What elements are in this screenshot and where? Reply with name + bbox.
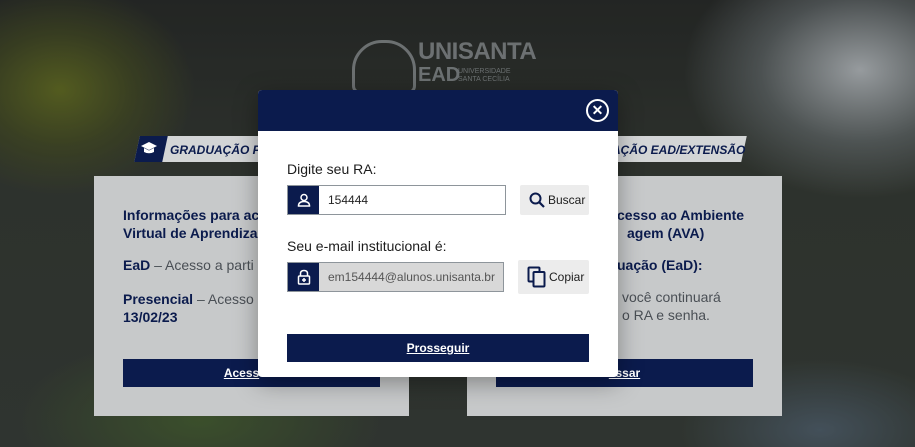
copy-label: Copiar xyxy=(549,270,585,284)
ra-value: 154444 xyxy=(328,193,369,207)
search-label: Buscar xyxy=(548,193,586,207)
ra-lookup-modal: ✕ Digite seu RA: 154444 Buscar Seu e-mai… xyxy=(258,90,618,377)
copy-icon xyxy=(527,266,547,288)
unisanta-logo: UNISANTA EAD UNIVERSIDADE SANTA CECÍLIA xyxy=(352,38,537,94)
email-field[interactable]: em154444@alunos.unisanta.br xyxy=(287,262,504,292)
logo-brand-sub: EAD xyxy=(418,64,461,86)
copy-button[interactable]: Copiar xyxy=(518,260,589,294)
card-access-label: Acess xyxy=(223,366,260,380)
graduation-cap-icon xyxy=(140,141,158,155)
card-right-line-3: o RA e senha. xyxy=(622,307,710,323)
tab-graduacao-label: GRADUAÇÃO P xyxy=(170,143,261,157)
modal-header: ✕ xyxy=(258,90,618,131)
close-icon[interactable]: ✕ xyxy=(586,99,609,122)
card-right-heading-2: agem (AVA) xyxy=(627,225,705,241)
card-right-line-2: você continuará xyxy=(622,289,721,305)
ead-label: EaD xyxy=(123,257,151,273)
logo-brand-name: UNISANTA xyxy=(418,38,537,65)
logo-tagline: UNIVERSIDADE SANTA CECÍLIA xyxy=(458,68,511,83)
proceed-label: Prosseguir xyxy=(406,341,470,355)
card-heading-line-2: Virtual de Aprendiza xyxy=(123,225,258,241)
email-label: Seu e-mail institucional é: xyxy=(287,238,447,254)
ra-input[interactable]: 154444 xyxy=(287,185,506,215)
user-icon xyxy=(288,186,319,214)
tab-ead-label: AÇÃO EAD/EXTENSÃO xyxy=(612,143,746,157)
card-right-heading-1: cesso ao Ambiente xyxy=(617,207,745,223)
crest-icon xyxy=(352,40,416,94)
email-value: em154444@alunos.unisanta.br xyxy=(328,270,495,284)
search-button[interactable]: Buscar xyxy=(520,185,589,215)
ead-text: – Acesso a parti xyxy=(150,257,254,273)
lock-icon xyxy=(288,263,319,291)
presencial-label: Presencial xyxy=(123,291,194,307)
card-heading-line-1: Informações para ace xyxy=(123,207,267,223)
proceed-button[interactable]: Prosseguir xyxy=(287,334,589,362)
card-right-line-1: uação (EaD): xyxy=(617,257,703,273)
presencial-text: – Acesso xyxy=(193,291,254,307)
search-icon xyxy=(529,192,545,208)
ra-label: Digite seu RA: xyxy=(287,161,377,177)
presencial-date: 13/02/23 xyxy=(123,309,178,325)
